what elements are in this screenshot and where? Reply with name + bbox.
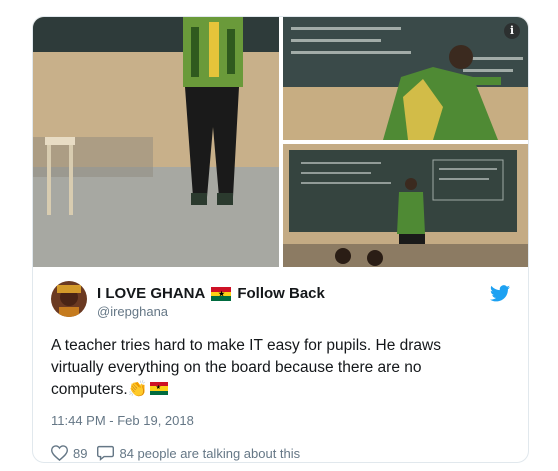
tweet-timestamp[interactable]: 11:44 PM - Feb 19, 2018	[51, 413, 194, 428]
tweet-header: I LOVE GHANA ★ Follow Back @irepghana	[51, 281, 510, 325]
photo-teacher-back[interactable]	[33, 17, 279, 267]
like-button[interactable]: 89	[51, 445, 87, 461]
tweet-text: A teacher tries hard to make IT easy for…	[51, 335, 491, 401]
author-name-row[interactable]: I LOVE GHANA ★ Follow Back	[97, 285, 325, 303]
talking-about-link[interactable]: 84 people are talking about this	[97, 445, 300, 461]
twitter-bird-icon[interactable]	[490, 285, 510, 302]
tweet-card[interactable]: i I LOVE GHANA ★ Follow Back @irepghana	[32, 16, 529, 463]
author-handle[interactable]: @irepghana	[97, 304, 325, 320]
talking-about-text: 84 people are talking about this	[119, 445, 301, 461]
tweet-text-main: A teacher tries hard to make IT easy for…	[51, 337, 441, 398]
follow-back-text[interactable]: Follow Back	[237, 285, 325, 303]
photo-teacher-back-image	[33, 17, 279, 267]
author-info: I LOVE GHANA ★ Follow Back @irepghana	[97, 285, 325, 320]
tweet-actions: 89 84 people are talking about this	[51, 445, 300, 461]
heart-icon	[51, 445, 68, 461]
avatar-image	[51, 281, 87, 317]
like-count: 89	[73, 445, 88, 461]
tweet-media-grid: i	[33, 17, 528, 267]
photo-teacher-writing[interactable]	[283, 17, 528, 140]
clapping-hands-icon: 👏	[127, 381, 148, 398]
ghana-flag-icon: ★	[211, 287, 232, 301]
speech-bubble-icon	[97, 445, 115, 461]
info-icon[interactable]: i	[504, 23, 520, 39]
photo-teacher-writing-image	[283, 17, 528, 140]
display-name[interactable]: I LOVE GHANA	[97, 285, 205, 303]
photo-teacher-board-pupils-image	[283, 144, 528, 267]
ghana-flag-icon: ★	[149, 382, 168, 395]
avatar[interactable]	[51, 281, 87, 317]
photo-teacher-board-pupils[interactable]	[283, 144, 528, 267]
